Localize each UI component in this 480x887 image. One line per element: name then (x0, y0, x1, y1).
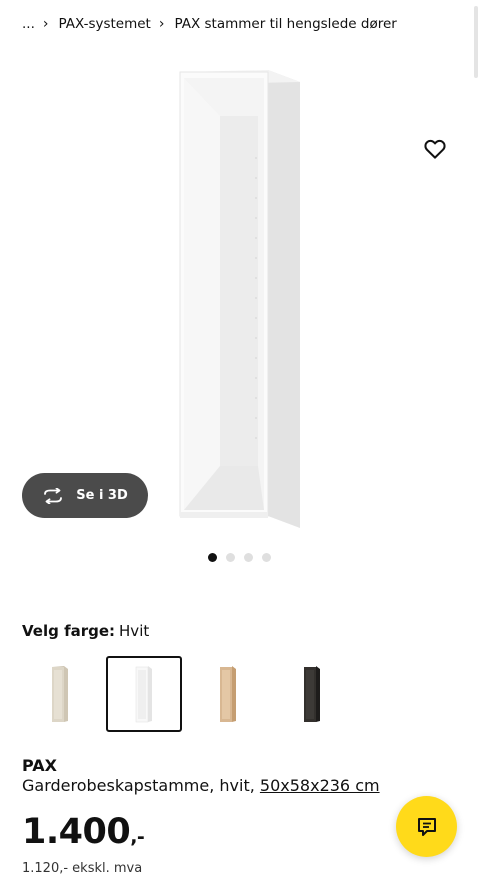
price-value: 1.400 (22, 812, 131, 852)
gallery-pagination (208, 553, 271, 562)
swatch-image-beige (52, 666, 68, 722)
breadcrumb-pax-systemet[interactable]: PAX-systemet (58, 16, 150, 32)
gallery-dot-1[interactable] (208, 553, 217, 562)
swatch-image-white (135, 666, 152, 723)
rotate-3d-icon (44, 487, 63, 504)
color-swatch-white[interactable] (106, 656, 182, 732)
color-label-title: Velg farge: (22, 622, 116, 640)
favorite-button[interactable] (418, 134, 452, 164)
chevron-right-icon: › (42, 16, 49, 32)
gallery-dot-4[interactable] (262, 553, 271, 562)
price-excl-vat: 1.120,- ekskl. mva (22, 861, 143, 876)
view-in-3d-label: Se i 3D (76, 488, 128, 503)
heart-icon (424, 139, 446, 159)
breadcrumb-pax-stammer[interactable]: PAX stammer til hengslede dører (174, 16, 396, 32)
chat-button[interactable] (396, 796, 457, 857)
color-swatch-beige[interactable] (22, 656, 98, 732)
color-swatch-black-brown[interactable] (274, 656, 350, 732)
product-description-text: Garderobeskapstamme, hvit, (22, 776, 255, 795)
chat-icon (417, 817, 436, 836)
product-image (179, 70, 300, 528)
color-swatch-oak[interactable] (190, 656, 266, 732)
swatch-image-black-brown (304, 666, 320, 722)
breadcrumb: ... › PAX-systemet › PAX stammer til hen… (22, 14, 397, 34)
product-description: Garderobeskapstamme, hvit, 50x58x236 cm (22, 776, 380, 795)
product-name: PAX (22, 756, 57, 775)
product-price: 1.400,- (22, 812, 145, 852)
color-picker-label: Velg farge: Hvit (22, 622, 149, 640)
color-swatches (22, 656, 350, 732)
product-dimensions-link[interactable]: 50x58x236 cm (260, 776, 380, 795)
color-selected-value: Hvit (119, 622, 150, 640)
breadcrumb-ellipsis[interactable]: ... (22, 16, 35, 32)
chevron-right-icon: › (158, 16, 165, 32)
gallery-dot-3[interactable] (244, 553, 253, 562)
price-suffix: ,- (130, 826, 145, 848)
gallery-dot-2[interactable] (226, 553, 235, 562)
swatch-image-oak (220, 666, 236, 722)
product-image-gallery[interactable] (0, 44, 480, 544)
view-in-3d-button[interactable]: Se i 3D (22, 473, 148, 518)
